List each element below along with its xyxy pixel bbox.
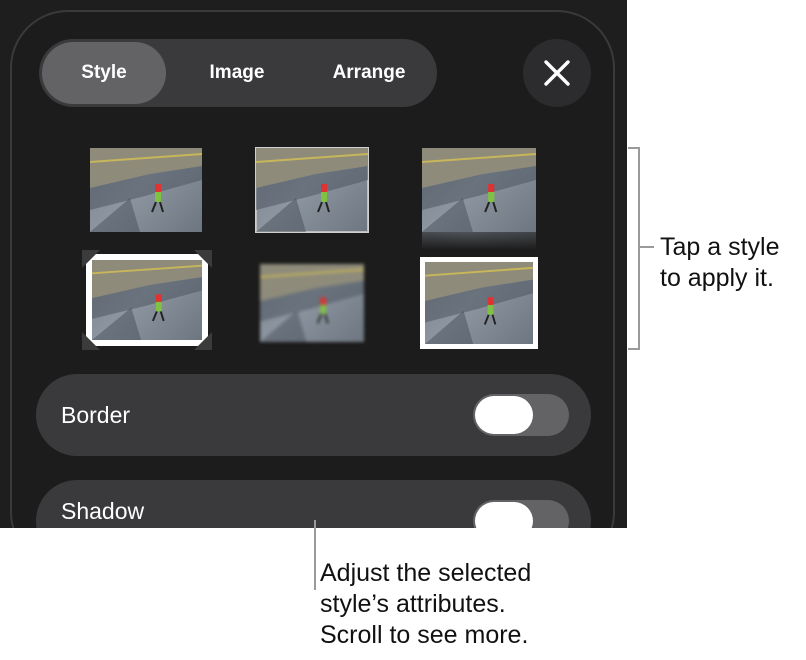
annotation-line: to apply it. [660, 264, 774, 292]
close-button[interactable] [523, 39, 591, 107]
shadow-label: Shadow [61, 498, 145, 524]
annotation-bracket [628, 147, 640, 350]
annotation-line: style’s attributes. [320, 590, 506, 618]
tab-style[interactable]: Style [42, 42, 166, 104]
border-label: Border [61, 402, 131, 428]
border-row: Border [36, 374, 591, 456]
tab-image[interactable]: Image [173, 42, 301, 104]
annotation-bracket-tick [640, 246, 654, 248]
annotation-attributes: Adjust the selected style’s attributes. … [320, 558, 640, 651]
style-preset-plain[interactable] [90, 148, 202, 232]
annotation-pointer [314, 520, 316, 590]
photo-reflection [422, 232, 536, 250]
photo-thumbnail [425, 262, 533, 344]
annotation-line: Tap a style [660, 233, 780, 261]
photo-thumbnail [90, 148, 202, 232]
annotation-line: Scroll to see more. [320, 621, 529, 649]
border-toggle[interactable] [473, 394, 569, 436]
style-preset-white-frame[interactable] [420, 257, 538, 349]
format-panel: Style Image Arrange Border Shadow [10, 10, 615, 528]
photo-thumbnail [260, 264, 364, 342]
style-preset-reflection[interactable] [422, 148, 536, 252]
photo-thumbnail [255, 147, 369, 233]
annotation-line: Adjust the selected [320, 559, 532, 587]
toggle-knob [475, 502, 533, 528]
shadow-toggle[interactable] [473, 500, 569, 528]
toggle-knob [475, 396, 533, 434]
tab-bar: Style Image Arrange [39, 39, 437, 107]
tab-arrange[interactable]: Arrange [304, 42, 434, 104]
screen: Style Image Arrange Border Shadow [0, 0, 627, 528]
style-preset-thin-border[interactable] [255, 147, 369, 233]
photo-thumbnail [422, 148, 536, 232]
close-icon [544, 60, 570, 86]
style-preset-photo-corners[interactable] [82, 250, 212, 350]
style-preset-soft-edges[interactable] [260, 264, 364, 342]
annotation-styles: Tap a style to apply it. [660, 232, 806, 294]
photo-thumbnail [92, 260, 202, 340]
